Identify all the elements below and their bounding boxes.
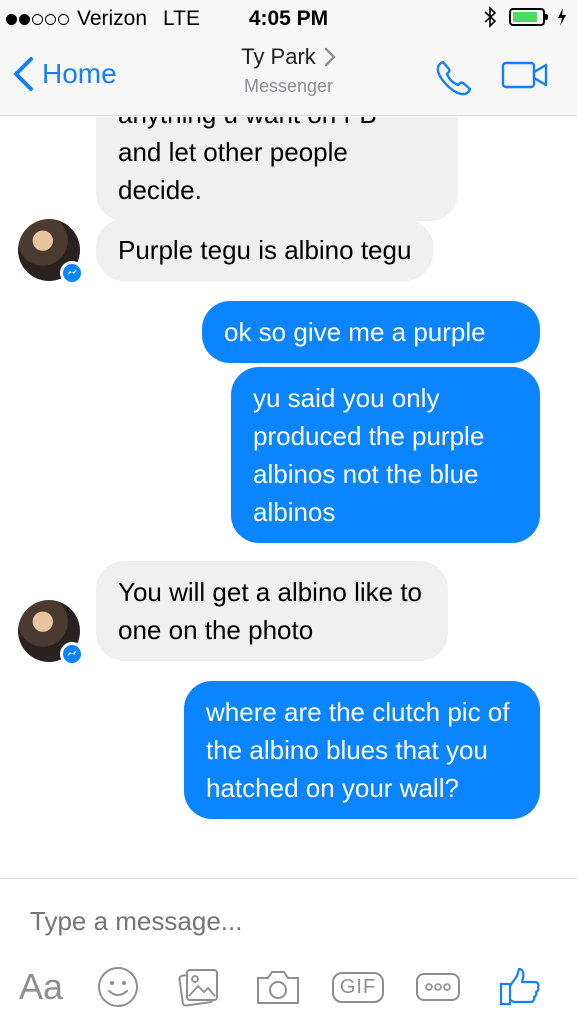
phone-icon [436,60,472,96]
voice-call-button[interactable] [434,58,474,103]
bluetooth-icon [484,6,497,28]
contact-avatar[interactable] [18,219,84,285]
message-line: decide. [118,175,202,205]
camera-button[interactable] [254,965,302,1009]
contact-avatar[interactable] [18,600,84,666]
message-line: anything u want on FB [118,117,436,133]
photos-icon [178,969,218,1007]
text-format-button[interactable]: Aa [16,965,66,1009]
video-call-button[interactable] [501,60,549,95]
message-composer: Aa GIF [0,878,577,1024]
gif-button[interactable]: GIF [331,965,385,1009]
message-text: ok so give me a purple [224,317,486,347]
chevron-right-icon [324,47,336,67]
charging-icon [558,8,566,26]
message-line: and let other people [118,137,348,167]
camera-icon [257,971,299,1004]
status-right [483,6,567,28]
incoming-message[interactable]: Purple tegu is albino tegu [96,219,434,281]
conversation-header: Home Ty Park Messenger [0,38,577,116]
message-text: where are the clutch pic of the albino b… [206,697,510,803]
more-icon [416,973,460,1001]
incoming-message[interactable]: You will get a albino like to one on the… [96,561,448,661]
battery-icon [509,8,548,26]
message-text: yu said you only produced the purple alb… [253,383,485,527]
contact-title[interactable]: Ty Park Messenger [0,44,577,97]
more-options-button[interactable] [414,965,462,1009]
aa-label: Aa [18,966,64,1007]
sticker-button[interactable] [96,965,140,1009]
incoming-message[interactable]: anything u want on FB and let other peop… [96,117,458,221]
battery-level [513,12,537,22]
messenger-badge-icon [60,642,84,666]
gif-label: GIF [331,971,385,1003]
message-list[interactable]: anything u want on FB and let other peop… [0,117,577,878]
outgoing-message[interactable]: where are the clutch pic of the albino b… [184,681,540,819]
contact-name: Ty Park [241,44,316,69]
video-camera-icon [501,61,548,89]
status-bar: Verizon LTE 4:05 PM [0,0,577,38]
message-text: Purple tegu is albino tegu [118,235,412,265]
thumbs-up-icon [499,967,540,1006]
outgoing-message[interactable]: ok so give me a purple [202,301,540,363]
messenger-badge-icon [60,261,84,285]
photo-gallery-button[interactable] [176,965,222,1009]
message-input[interactable] [30,903,550,939]
like-button[interactable] [496,965,544,1009]
outgoing-message[interactable]: yu said you only produced the purple alb… [231,367,540,543]
contact-subtitle: Messenger [243,76,334,96]
composer-toolbar: Aa GIF [0,959,577,1015]
smiley-icon [98,967,138,1007]
message-text: You will get a albino like to one on the… [118,577,423,645]
